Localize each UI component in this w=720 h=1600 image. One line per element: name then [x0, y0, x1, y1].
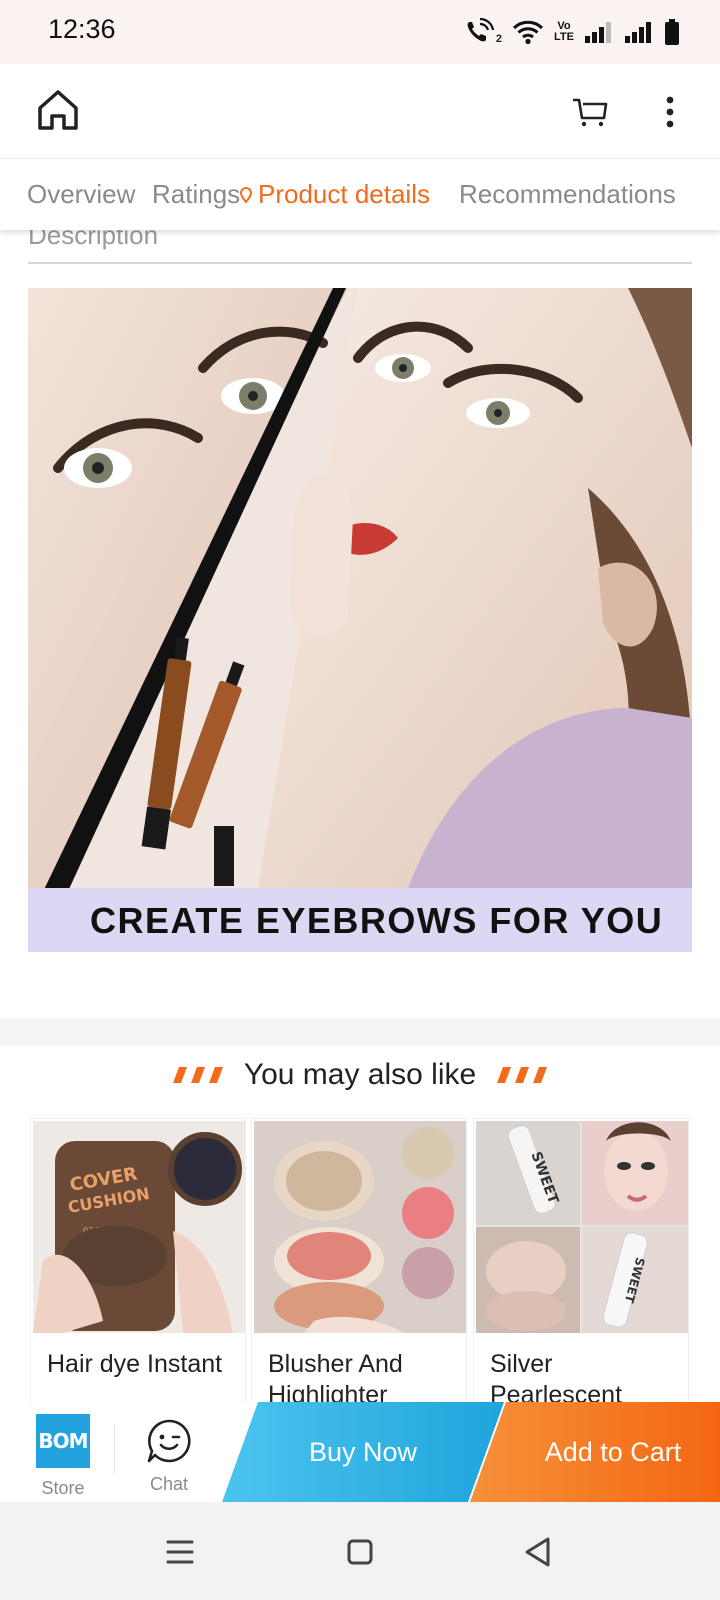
store-logo-text: BOM — [38, 1429, 88, 1453]
recommendation-card[interactable]: SWEET SWEET Silver Pearlescent — [473, 1118, 689, 1408]
volte-icon: Vo LTE — [554, 21, 574, 43]
tab-recommendations[interactable]: Recommendations — [459, 179, 676, 210]
recommendation-card[interactable]: COVER CUSHION 03.NATURAL Hair dye Instan… — [30, 1118, 246, 1408]
wifi-icon — [512, 19, 544, 45]
status-bar: 12:36 2 Vo LTE — [0, 0, 720, 64]
store-label: Store — [41, 1478, 85, 1498]
recent-apps-button[interactable] — [160, 1532, 200, 1572]
volte-bottom: LTE — [554, 31, 574, 43]
action-divider — [114, 1424, 115, 1474]
square-home-icon — [347, 1539, 373, 1565]
chat-button[interactable]: Chat — [128, 1418, 210, 1500]
system-navigation-bar — [0, 1502, 720, 1600]
recommendation-name: Hair dye Instant — [47, 1350, 223, 1378]
back-nav-button[interactable] — [518, 1532, 558, 1572]
wifi-calling-icon — [464, 18, 498, 46]
add-to-cart-button[interactable]: Add to Cart — [470, 1402, 720, 1502]
home-nav-button[interactable] — [340, 1532, 380, 1572]
product-photo — [28, 288, 692, 952]
status-time: 12:36 — [48, 14, 116, 44]
description-divider — [28, 262, 692, 264]
section-tabs: Overview Ratings Product details Recomme… — [0, 158, 720, 230]
top-app-bar — [0, 64, 720, 158]
recommendation-thumbnail: SWEET SWEET — [476, 1121, 688, 1333]
tab-ratings[interactable]: Ratings — [152, 179, 240, 210]
store-button[interactable]: BOM Store — [22, 1414, 104, 1500]
cart-button[interactable] — [570, 92, 610, 132]
chat-label: Chat — [149, 1474, 189, 1494]
calling-sim-label: 2 — [495, 33, 503, 45]
battery-icon — [664, 18, 680, 46]
stripe-decoration-icon — [496, 1067, 547, 1083]
location-pin-icon — [240, 187, 252, 203]
cart-icon — [573, 98, 608, 127]
recommendation-card[interactable]: Blusher And Highlighter — [251, 1118, 467, 1408]
signal-icon — [624, 20, 654, 44]
recommendation-thumbnail — [254, 1121, 466, 1333]
section-divider — [0, 1018, 720, 1046]
home-button[interactable] — [34, 86, 82, 134]
buy-now-button[interactable]: Buy Now — [222, 1402, 504, 1502]
status-icons: 2 Vo LTE — [464, 16, 680, 48]
recommendation-name: Silver Pearlescent — [490, 1350, 623, 1408]
you-may-also-like-title: You may also like — [243, 1058, 477, 1091]
recommendation-thumbnail: COVER CUSHION 03.NATURAL — [33, 1121, 245, 1333]
you-may-also-like-header: You may also like — [0, 1058, 720, 1108]
bottom-action-bar: BOM Store Chat Buy Now Add to Cart — [0, 1402, 720, 1502]
home-icon — [38, 90, 78, 130]
stripe-decoration-icon — [173, 1067, 224, 1083]
signal-icon — [584, 20, 614, 44]
menu-icon — [166, 1540, 194, 1564]
product-banner-text: CREATE EYEBROWS FOR YOU — [90, 900, 664, 941]
tab-product-details[interactable]: Product details — [258, 179, 430, 210]
tab-overview[interactable]: Overview — [27, 179, 135, 210]
store-logo: BOM — [36, 1414, 90, 1468]
more-vertical-icon — [666, 96, 674, 128]
chat-icon — [147, 1419, 191, 1463]
product-banner: CREATE EYEBROWS FOR YOU — [28, 888, 692, 952]
more-options-button[interactable] — [656, 92, 684, 132]
product-description-image: CREATE EYEBROWS FOR YOU — [28, 288, 692, 952]
recommendation-name: Blusher And Highlighter — [268, 1350, 403, 1408]
back-triangle-icon — [525, 1537, 550, 1567]
